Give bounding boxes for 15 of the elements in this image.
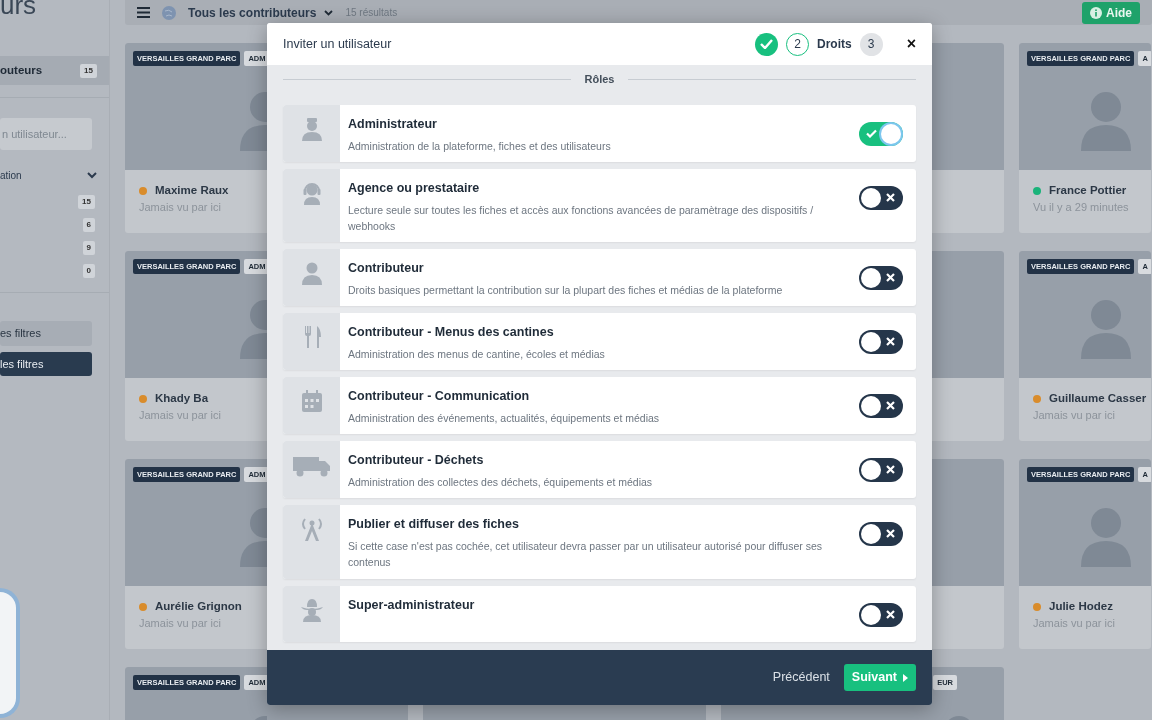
page-title: urs <box>0 0 38 18</box>
user-name: Khady Ba <box>155 391 209 406</box>
step-indicator: 3 <box>859 32 883 56</box>
user-name: France Pottier <box>1049 183 1127 198</box>
count-badge: 9 <box>82 241 95 256</box>
step-label: Droits <box>817 36 852 53</box>
user-name: Maxime Raux <box>155 183 229 198</box>
count-badge: 15 <box>78 195 95 210</box>
section-label: ation <box>0 169 22 184</box>
user-name: Guillaume Casser <box>1049 391 1147 406</box>
count-badge: 0 <box>82 264 95 279</box>
user-name: Aurélie Grignon <box>155 599 242 614</box>
user-name: Julie Hodez <box>1049 599 1113 614</box>
count-badge: 6 <box>82 218 95 233</box>
section-title: Rôles <box>583 71 616 87</box>
